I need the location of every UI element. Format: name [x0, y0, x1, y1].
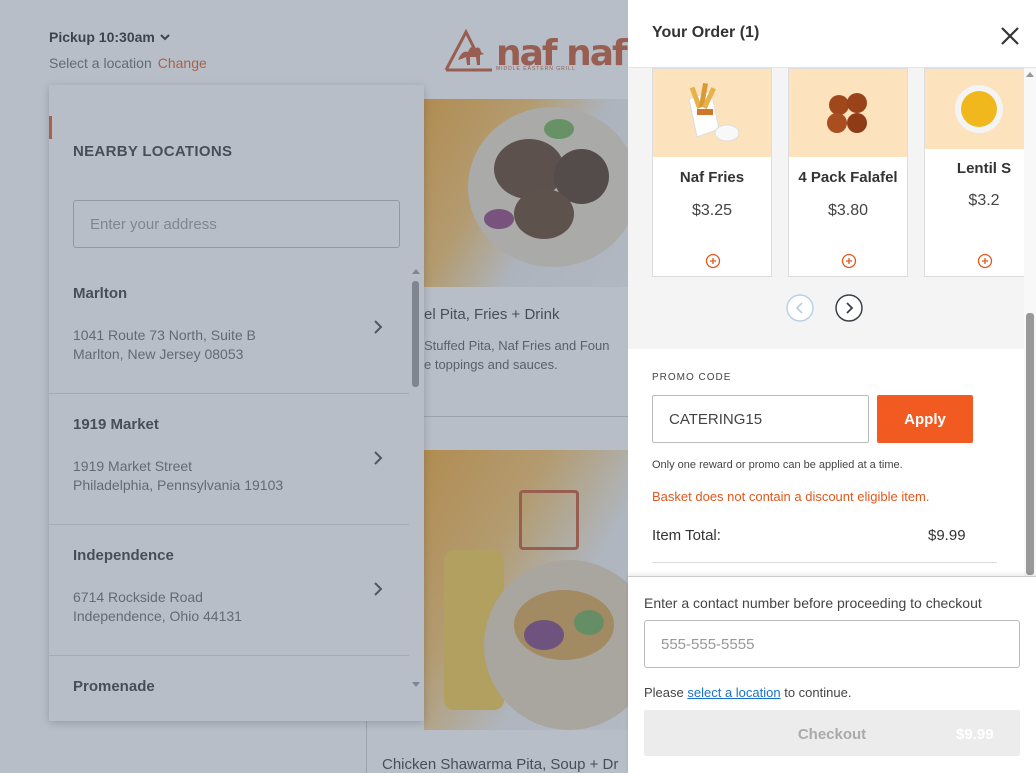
modal-backdrop[interactable]	[0, 0, 628, 773]
upsell-item-price: $3.80	[827, 202, 869, 219]
note-prefix: Please	[644, 685, 688, 700]
phone-number-input[interactable]	[644, 620, 1020, 668]
apply-promo-button[interactable]: Apply	[877, 395, 973, 443]
upsell-card-naf-fries[interactable]: Naf Fries $3.25	[652, 68, 772, 277]
promo-code-label: PROMO CODE	[652, 372, 732, 383]
checkout-button[interactable]: Checkout $9.99	[644, 710, 1020, 756]
add-circle-icon[interactable]	[977, 253, 993, 269]
order-title: Your Order (1)	[652, 24, 760, 41]
checkout-amount: $9.99	[956, 726, 994, 743]
lentil-soup-image	[925, 69, 1024, 149]
upsell-item-name: Naf Fries	[679, 169, 745, 186]
select-location-note: Please select a location to continue.	[644, 685, 851, 700]
upsell-item-price: $3.25	[691, 202, 733, 219]
carousel-prev-button[interactable]	[786, 294, 814, 322]
scroll-up-arrow[interactable]	[1026, 72, 1034, 77]
order-scrollbar[interactable]	[1024, 68, 1036, 576]
order-header: Your Order (1)	[628, 0, 1036, 68]
upsell-card-lentil-soup[interactable]: Lentil S $3.2	[924, 68, 1024, 277]
note-suffix: to continue.	[780, 685, 852, 700]
upsell-card-4-pack-falafel[interactable]: 4 Pack Falafel $3.80	[788, 68, 908, 277]
promo-error-message: Basket does not contain a discount eligi…	[652, 489, 930, 504]
promo-note: Only one reward or promo can be applied …	[652, 459, 903, 471]
add-circle-icon[interactable]	[841, 253, 857, 269]
item-total-label: Item Total:	[652, 527, 721, 544]
upsell-item-name: Lentil S	[956, 160, 1012, 177]
upsell-item-price: $3.2	[968, 192, 1000, 209]
chevron-right-icon	[835, 294, 863, 322]
upsell-item-name: 4 Pack Falafel	[798, 169, 898, 186]
add-circle-icon[interactable]	[705, 253, 721, 269]
chevron-left-icon	[786, 294, 814, 322]
item-total-value: $9.99	[928, 527, 966, 544]
checkout-footer: Enter a contact number before proceeding…	[628, 576, 1036, 773]
scroll-thumb[interactable]	[1026, 313, 1034, 575]
falafel-image	[789, 69, 907, 157]
naf-fries-image	[653, 69, 771, 157]
order-panel: Your Order (1) Naf Fries $3.25 4 Pack Fa…	[628, 0, 1036, 773]
promo-code-input[interactable]	[652, 395, 869, 443]
select-location-link[interactable]: select a location	[687, 685, 780, 700]
close-icon[interactable]	[998, 24, 1022, 48]
carousel-next-button[interactable]	[835, 294, 863, 322]
contact-number-label: Enter a contact number before proceeding…	[644, 595, 982, 611]
upsell-carousel: Naf Fries $3.25 4 Pack Falafel $3.80 Len…	[628, 68, 1024, 349]
divider	[652, 562, 997, 563]
